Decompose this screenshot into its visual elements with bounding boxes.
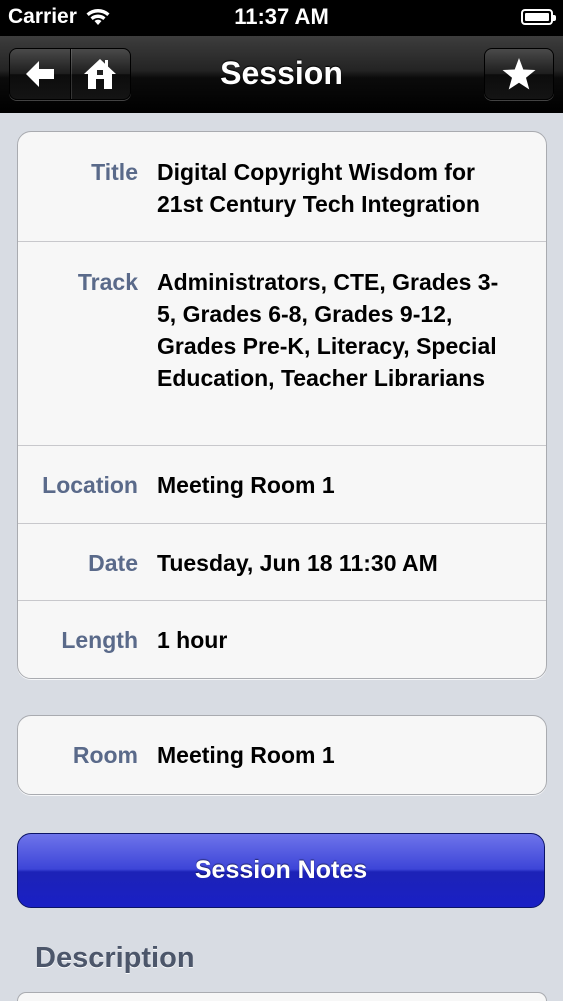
- room-card: Room Meeting Room 1: [17, 715, 547, 795]
- status-bar: Carrier 11:37 AM: [0, 0, 563, 36]
- favorite-button[interactable]: [484, 48, 554, 100]
- detail-label: Date: [88, 550, 138, 576]
- star-icon: [502, 58, 536, 90]
- detail-label: Track: [77, 269, 138, 295]
- detail-label: Length: [61, 627, 138, 653]
- description-heading: Description: [35, 942, 195, 974]
- back-arrow-icon: [25, 61, 54, 87]
- session-notes-button[interactable]: Session Notes: [17, 833, 545, 908]
- detail-row-date: Date Tuesday, Jun 18 11:30 AM: [18, 523, 546, 600]
- page-title: Session: [220, 55, 343, 91]
- detail-value: Meeting Room 1: [157, 472, 335, 498]
- nav-left-buttons: [9, 48, 131, 100]
- room-value: Meeting Room 1: [157, 742, 335, 768]
- detail-label: Location: [42, 472, 138, 498]
- detail-label: Title: [91, 159, 138, 185]
- detail-row-track: Track Administrators, CTE, Grades 3-5, G…: [18, 241, 546, 445]
- back-button[interactable]: [10, 49, 70, 99]
- detail-value: 1 hour: [157, 627, 228, 653]
- session-details-card: Title Digital Copyright Wisdom for 21st …: [17, 131, 547, 679]
- detail-row-title: Title Digital Copyright Wisdom for 21st …: [18, 132, 546, 241]
- detail-row-location: Location Meeting Room 1: [18, 445, 546, 523]
- navigation-bar: Session: [0, 36, 563, 113]
- battery-icon: [521, 9, 556, 25]
- home-icon: [84, 59, 117, 89]
- home-button[interactable]: [69, 49, 131, 99]
- detail-value: Administrators, CTE, Grades 3-5, Grades …: [157, 269, 499, 391]
- room-label: Room: [72, 742, 138, 768]
- status-time: 11:37 AM: [234, 4, 329, 29]
- detail-row-length: Length 1 hour: [18, 600, 546, 678]
- detail-value: Tuesday, Jun 18 11:30 AM: [157, 550, 438, 576]
- detail-row-room: Room Meeting Room 1: [18, 716, 546, 794]
- detail-value: Digital Copyright Wisdom for 21st Centur…: [157, 159, 480, 217]
